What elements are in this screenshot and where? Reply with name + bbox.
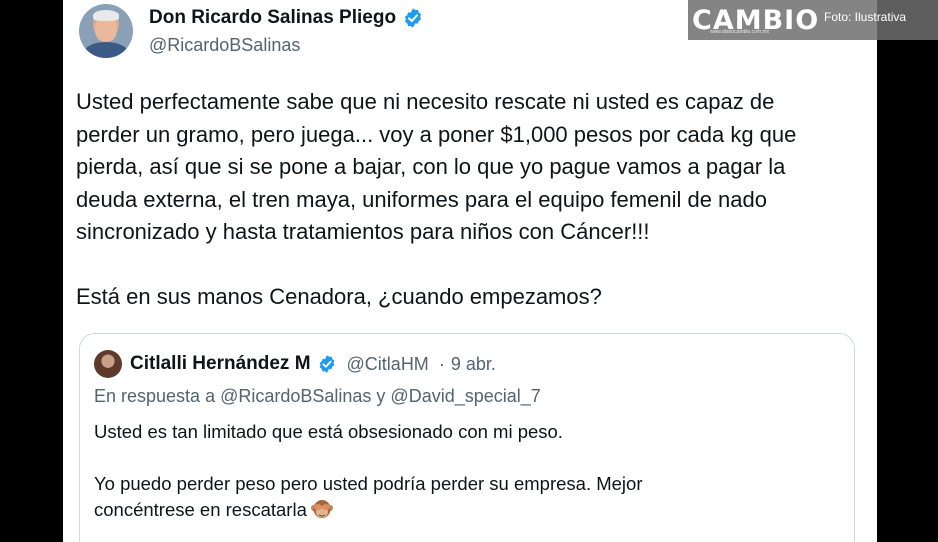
see-no-evil-monkey-icon — [310, 500, 333, 518]
quoted-line: Yo puedo perder peso pero usted podría p… — [94, 473, 643, 494]
author-avatar[interactable] — [79, 4, 133, 58]
quoted-line-text: concéntrese en rescatarla — [94, 499, 307, 520]
quoted-tweet-date[interactable]: 9 abr. — [451, 354, 496, 375]
verified-badge-icon — [319, 355, 334, 373]
tweet-line: deuda externa, el tren maya, uniformes p… — [76, 186, 767, 212]
tweet-line: pierda, así que si se pone a bajar, con … — [76, 154, 786, 179]
quoted-tweet[interactable]: Citlalli Hernández M @CitlaHM · 9 abr. E… — [79, 333, 855, 542]
tweet-line: sincronizado y hasta tratamientos para n… — [76, 219, 650, 244]
quoted-line: Usted es tan limitado que está obsesiona… — [94, 421, 563, 442]
author-name-text: Don Ricardo Salinas Pliego — [149, 7, 397, 28]
reply-context: En respuesta a @RicardoBSalinas y @David… — [94, 386, 541, 406]
photo-credit: Foto: Ilustrativa — [824, 10, 907, 24]
cambio-watermark: CAMBIO www.diariocambio.com.mx Foto: Ilu… — [688, 0, 938, 40]
tweet-line: perder un gramo, pero juega... voy a pon… — [76, 121, 797, 147]
cambio-site: www.diariocambio.com.mx — [710, 29, 770, 35]
tweet-closing-line: Está en sus manos Cenadora, ¿cuando empe… — [76, 283, 602, 309]
quoted-author-handle[interactable]: @CitlaHM — [347, 354, 429, 375]
tweet-body: Usted perfectamente sabe que ni necesito… — [76, 86, 866, 313]
tweet-card: Don Ricardo Salinas Pliego @RicardoBSali… — [63, 0, 877, 542]
quoted-author-avatar[interactable] — [94, 350, 122, 378]
avatar-shirt — [83, 42, 129, 58]
verified-badge-icon — [404, 8, 422, 28]
quoted-author-name[interactable]: Citlalli Hernández M — [130, 353, 311, 375]
avatar-hair — [93, 10, 119, 21]
meta-separator: · — [438, 353, 445, 374]
tweet-line: Usted perfectamente sabe que ni necesito… — [76, 89, 775, 114]
quoted-line: concéntrese en rescatarla — [94, 497, 834, 523]
author-handle[interactable]: @RicardoBSalinas — [149, 35, 300, 56]
screenshot-stage: Don Ricardo Salinas Pliego @RicardoBSali… — [0, 0, 938, 542]
author-display-name[interactable]: Don Ricardo Salinas Pliego — [149, 7, 424, 29]
quoted-tweet-header: Citlalli Hernández M @CitlaHM · 9 abr. — [94, 350, 496, 378]
quoted-tweet-body: Usted es tan limitado que está obsesiona… — [94, 419, 834, 523]
